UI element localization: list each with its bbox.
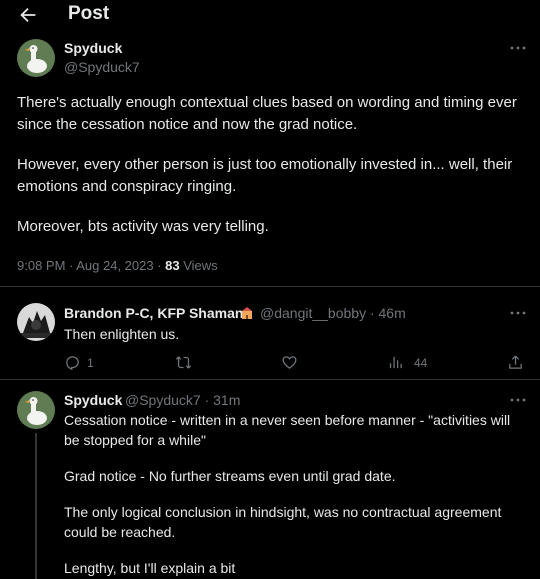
thread-line <box>35 433 37 579</box>
share-button[interactable] <box>507 354 524 371</box>
divider <box>0 286 540 287</box>
post-timestamp[interactable]: 9:08 PM · Aug 24, 2023 · <box>17 258 165 273</box>
more-options-icon[interactable] <box>509 310 527 316</box>
share-icon <box>509 355 522 369</box>
avatar[interactable] <box>17 303 55 341</box>
analytics-icon <box>389 356 402 369</box>
reply-paragraph: Cessation notice - written in a never se… <box>64 412 511 448</box>
views-count: 83 <box>165 258 180 273</box>
post-paragraph: There's actually enough contextual clues… <box>17 94 517 133</box>
reply-count: 1 <box>87 355 94 370</box>
comment-icon <box>66 356 79 371</box>
like-button[interactable] <box>281 354 298 371</box>
back-arrow-icon[interactable] <box>17 4 39 26</box>
reply-text: Cessation notice - written in a never se… <box>64 410 524 579</box>
reply-paragraph: The only logical conclusion in hindsight… <box>64 504 502 540</box>
views-button[interactable]: 44 <box>387 354 427 371</box>
repost-button[interactable] <box>175 354 192 371</box>
author-handle[interactable]: @dangit__bobby · 46m <box>260 305 406 321</box>
avatar[interactable] <box>17 391 55 429</box>
more-options-icon[interactable] <box>509 45 527 51</box>
post-text: There's actually enough contextual clues… <box>17 92 522 256</box>
heart-icon <box>282 356 297 369</box>
profile-photo-icon <box>17 303 55 341</box>
author-handle[interactable]: @Spyduck7 · 31m <box>125 392 240 408</box>
page-title: Post <box>68 3 110 24</box>
author-handle[interactable]: @Spyduck7 <box>64 59 140 75</box>
castle-emoji-icon <box>242 307 252 319</box>
reply-paragraph: Grad notice - No further streams even un… <box>64 468 396 484</box>
top-bar: Post <box>0 0 540 32</box>
author-name[interactable]: Brandon P-C, KFP Shaman <box>64 305 243 321</box>
post-paragraph: Moreover, bts activity was very telling. <box>17 218 269 235</box>
author-name[interactable]: Spyduck <box>64 40 122 56</box>
author-name[interactable]: Spyduck <box>64 392 122 408</box>
reply-button[interactable]: 1 <box>64 354 94 371</box>
reply-paragraph: Lengthy, but I'll explain a bit <box>64 560 236 576</box>
divider <box>0 379 540 380</box>
post-meta: 9:08 PM · Aug 24, 2023 · 83 Views <box>17 258 218 273</box>
avatar[interactable] <box>17 39 55 77</box>
views-count: 44 <box>414 355 428 370</box>
goose-avatar-icon <box>17 391 55 429</box>
post-paragraph: However, every other person is just too … <box>17 156 513 195</box>
goose-avatar-icon <box>17 39 55 77</box>
more-options-icon[interactable] <box>509 397 527 403</box>
reply-text: Then enlighten us. <box>64 326 180 342</box>
views-label: Views <box>179 258 218 273</box>
repost-icon <box>175 356 192 369</box>
